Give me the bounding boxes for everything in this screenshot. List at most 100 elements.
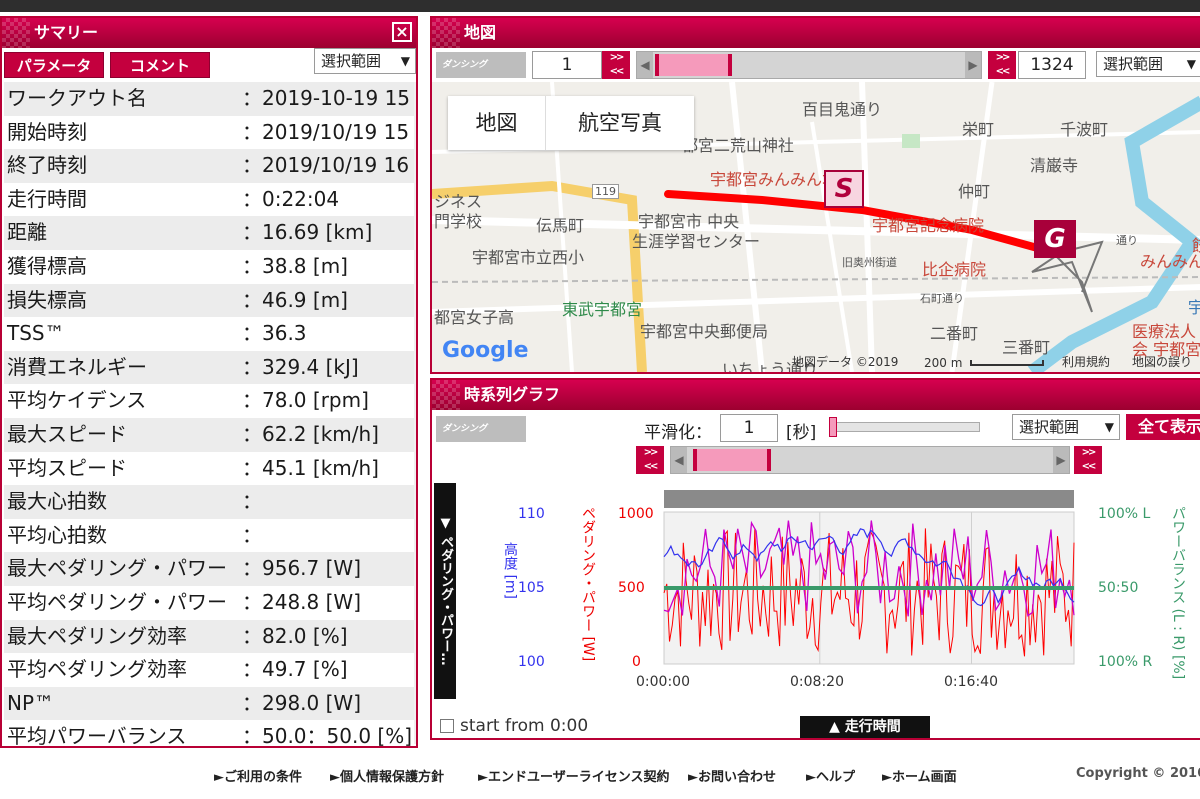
ts-end-back-button[interactable]: << bbox=[1074, 460, 1102, 474]
balance-tick-top: 100% L bbox=[1098, 506, 1151, 522]
ts-slider-left-arrow-icon[interactable]: ◀ bbox=[671, 447, 687, 473]
table-row: 平均ペダリング・パワー ：248.8 [W] bbox=[4, 586, 414, 620]
end-forward-button[interactable]: >> bbox=[988, 51, 1016, 65]
tab-parameters[interactable]: パラメータ bbox=[4, 52, 104, 78]
summary-label: ワークアウト名 bbox=[7, 86, 147, 110]
footer-link-contact[interactable]: ►お問い合わせ bbox=[688, 766, 776, 785]
balance-tick-bottom: 100% R bbox=[1098, 654, 1153, 670]
ts-range-select[interactable]: 選択範囲 ▼ bbox=[1012, 414, 1120, 440]
table-row: 最大ペダリング・パワー ：956.7 [W] bbox=[4, 552, 414, 586]
chevron-down-icon: ▼ bbox=[1186, 57, 1196, 71]
map-label: 宇 bbox=[1188, 294, 1200, 318]
slider-right-arrow-icon[interactable]: ▶ bbox=[965, 52, 981, 78]
ts-end-forward-button[interactable]: >> bbox=[1074, 446, 1102, 460]
start-back-button[interactable]: << bbox=[602, 65, 630, 79]
footer-link-eula[interactable]: ►エンドユーザーライセンス契約 bbox=[478, 766, 669, 785]
ts-start-forward-button[interactable]: >> bbox=[636, 446, 664, 460]
start-from-option[interactable]: start from 0:00 bbox=[440, 716, 588, 736]
timeseries-chart[interactable] bbox=[432, 486, 1200, 706]
footer-link-terms[interactable]: ►ご利用の条件 bbox=[214, 766, 302, 785]
summary-label: 最大ペダリング効率 bbox=[7, 623, 187, 648]
table-row: 距離 ：16.69 [km] bbox=[4, 216, 414, 250]
altitude-tick-bottom: 100 bbox=[518, 654, 545, 670]
footer-link-privacy[interactable]: ►個人情報保護方針 bbox=[330, 766, 444, 785]
ts-range-select-label: 選択範囲 bbox=[1019, 418, 1080, 436]
start-from-checkbox[interactable] bbox=[440, 719, 454, 733]
summary-scrollbar[interactable] bbox=[414, 82, 416, 744]
summary-label: 平均パワーバランス bbox=[7, 724, 187, 748]
start-forward-button[interactable]: >> bbox=[602, 51, 630, 65]
summary-value: ：2019/10/19 16 bbox=[242, 153, 410, 178]
summary-range-select[interactable]: 選択範囲 ▼ bbox=[314, 48, 416, 74]
summary-label: 平均ペダリング効率 bbox=[7, 657, 187, 682]
summary-header: サマリー × bbox=[2, 18, 416, 48]
table-row: NP™ ：298.0 [W] bbox=[4, 686, 414, 721]
table-row: 消費エネルギー ：329.4 [kJ] bbox=[4, 350, 414, 385]
map-report-link[interactable]: 地図の誤り bbox=[1132, 353, 1192, 370]
map-range-slider[interactable]: ◀ ▶ bbox=[636, 51, 982, 79]
footer-link-help[interactable]: ►ヘルプ bbox=[806, 766, 855, 785]
smoothing-slider-thumb[interactable] bbox=[829, 417, 837, 437]
summary-value: ： bbox=[242, 489, 262, 514]
summary-value: ：329.4 [kJ] bbox=[242, 354, 359, 379]
end-back-button[interactable]: << bbox=[988, 65, 1016, 79]
table-row: 最大スピード ：62.2 [km/h] bbox=[4, 417, 414, 452]
map-slider-thumb[interactable] bbox=[655, 54, 732, 76]
balance-tick-mid: 50:50 bbox=[1098, 580, 1139, 596]
map-label: 宇都宮記念病院 bbox=[872, 216, 985, 235]
map-type-tabs: 地図 航空写真 bbox=[448, 96, 694, 150]
altitude-tick-mid: 105 bbox=[518, 580, 545, 596]
map-panel: 地図 ダンシング 1 >> << ◀ ▶ >> << 1324 選択範囲 ▼ 地… bbox=[430, 16, 1200, 374]
summary-label: 最大スピード bbox=[7, 421, 127, 446]
map-label: みんみん bbox=[1140, 252, 1200, 271]
start-index-input[interactable]: 1 bbox=[532, 51, 602, 79]
summary-value: ：49.7 [%] bbox=[242, 657, 348, 682]
end-index-input[interactable]: 1324 bbox=[1018, 51, 1086, 79]
map-label: 宇都宮市立西小 bbox=[472, 248, 585, 267]
map-range-select-label: 選択範囲 bbox=[1103, 55, 1164, 73]
map-label: 清巌寺 bbox=[1030, 156, 1079, 175]
summary-label: 終了時刻 bbox=[7, 153, 87, 178]
dancing-icon: ダンシング bbox=[436, 52, 526, 78]
power-tick-bottom: 0 bbox=[632, 654, 641, 670]
tab-aerial[interactable]: 航空写真 bbox=[546, 96, 694, 150]
footer-link-home[interactable]: ►ホーム画面 bbox=[882, 766, 957, 785]
ts-range-slider[interactable]: ◀ ▶ bbox=[670, 446, 1070, 474]
slider-left-arrow-icon[interactable]: ◀ bbox=[637, 52, 653, 78]
map-label: 三番町 bbox=[1002, 338, 1051, 357]
x-axis-tab[interactable]: ▲ 走行時間 bbox=[800, 716, 930, 738]
map-canvas[interactable]: 地図 航空写真 百目鬼通り 栄町 千波町 都宮二荒山神社 宇都宮みんみん本店 清巌寺 仲町ジ… bbox=[432, 82, 1200, 372]
smoothing-input[interactable]: 1 bbox=[720, 414, 778, 442]
summary-table: ワークアウト名 ：2019-10-19 15 開始時刻 ：2019/10/19 15 終… bbox=[4, 82, 414, 748]
range-overview-bar bbox=[664, 490, 1074, 508]
summary-title: サマリー bbox=[34, 23, 99, 42]
close-icon[interactable]: × bbox=[392, 22, 412, 42]
start-marker[interactable]: S bbox=[824, 170, 864, 208]
smoothing-label: 平滑化： bbox=[644, 423, 712, 443]
ts-start-back-button[interactable]: << bbox=[636, 460, 664, 474]
summary-value: ：36.3 bbox=[242, 321, 307, 346]
summary-label: 平均スピード bbox=[7, 455, 127, 480]
show-all-button[interactable]: 全て表示 bbox=[1126, 414, 1200, 440]
map-title: 地図 bbox=[464, 23, 497, 42]
power-tick-top: 1000 bbox=[618, 506, 654, 522]
summary-value: ：38.8 [m] bbox=[242, 253, 348, 278]
map-label: 宇都宮中央郵便局 bbox=[640, 322, 769, 341]
summary-value: ：2019/10/19 15 bbox=[242, 119, 410, 144]
map-label: 都宮女子高 bbox=[434, 308, 515, 327]
map-range-select[interactable]: 選択範囲 ▼ bbox=[1096, 51, 1200, 77]
ts-slider-thumb[interactable] bbox=[693, 449, 771, 471]
map-label: 二番町 bbox=[930, 324, 979, 343]
summary-label: 消費エネルギー bbox=[7, 354, 147, 379]
smoothing-slider[interactable] bbox=[829, 417, 980, 437]
goal-marker[interactable]: G bbox=[1034, 220, 1076, 258]
ts-slider-right-arrow-icon[interactable]: ▶ bbox=[1053, 447, 1069, 473]
x-tick-2: 0:16:40 bbox=[944, 674, 998, 690]
power-axis-label: ペダリング・パワー [W] bbox=[580, 506, 596, 662]
table-row: 損失標高 ：46.9 [m] bbox=[4, 283, 414, 318]
summary-panel: サマリー × パラメータ コメント 選択範囲 ▼ ワークアウト名 ：2019-10… bbox=[0, 16, 418, 748]
summary-label: 距離 bbox=[7, 220, 47, 245]
tab-map[interactable]: 地図 bbox=[448, 96, 546, 150]
map-terms-link[interactable]: 利用規約 bbox=[1062, 353, 1110, 370]
tab-comments[interactable]: コメント bbox=[110, 52, 210, 78]
